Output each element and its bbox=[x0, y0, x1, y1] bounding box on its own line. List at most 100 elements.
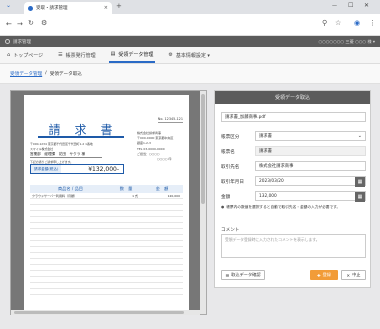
inbox-icon: ▤ bbox=[110, 51, 116, 57]
pin-icon[interactable]: ⚲ bbox=[322, 19, 327, 27]
table-row bbox=[30, 289, 183, 295]
comment-textarea[interactable]: 受領データ登録時に入力されたコメントを表示します。 bbox=[221, 234, 366, 258]
gear-icon: ⚙ bbox=[168, 52, 173, 58]
amount-field[interactable]: 132,000 ▦ bbox=[255, 191, 366, 202]
issuer-address-1: 〒000-0000 東京都中央区 bbox=[137, 136, 174, 140]
nav-item-top[interactable]: ⌂ トップページ bbox=[5, 47, 45, 63]
type-select-value: 請求書 bbox=[259, 134, 272, 139]
close-window-button[interactable]: ✕ bbox=[364, 2, 369, 9]
name-label: 帳票名 bbox=[221, 150, 235, 155]
date-field[interactable]: 2023/03/20 ▦ bbox=[255, 176, 366, 187]
issuer-address-2: 銀座1-2-3 bbox=[137, 141, 151, 145]
issuer-tel: TEL 03-0000-0000 bbox=[137, 147, 165, 151]
cancel-label: 中止 bbox=[352, 272, 361, 277]
customer-address: 〒000-1234 東京都千代田区千代田町1-2 1番地 bbox=[30, 142, 93, 146]
check-import-button[interactable]: ☰ 取込データ確認 bbox=[221, 270, 265, 280]
browser-tab-bar: ⌄ 受取・請求管理 × + — ☐ ✕ bbox=[0, 0, 380, 14]
maximize-button[interactable]: ☐ bbox=[348, 2, 353, 9]
calculator-icon[interactable]: ▦ bbox=[355, 192, 365, 202]
col-price: 金 額 bbox=[155, 186, 169, 191]
close-icon: ✕ bbox=[346, 272, 351, 278]
browser-tab[interactable]: 受取・請求管理 × bbox=[24, 2, 112, 14]
file-name-field[interactable]: 請求書_加藤商事.pdf bbox=[221, 112, 366, 122]
reload-icon[interactable]: ↻ bbox=[28, 19, 34, 27]
app-logo-icon bbox=[5, 39, 10, 44]
col-qty: 数 量 bbox=[119, 186, 133, 191]
app-brand: 請求管理 bbox=[13, 39, 31, 45]
nav-label: 受領データ管理 bbox=[118, 51, 154, 58]
forward-icon[interactable]: → bbox=[17, 20, 23, 28]
issuer-value: 株式会社請求商事 bbox=[259, 164, 294, 169]
nav-label: 基本情報設定 ▾ bbox=[175, 52, 210, 59]
list-icon: ☰ bbox=[225, 272, 230, 278]
breadcrumb-separator: / bbox=[45, 71, 47, 76]
chevron-down-icon: ⌄ bbox=[357, 133, 362, 139]
close-tab-icon[interactable]: × bbox=[104, 5, 108, 11]
warning-icon: ● bbox=[221, 205, 225, 209]
customer-contact: 営業部 経理課 花田 サクラ 様 bbox=[30, 152, 102, 158]
name-field[interactable]: 請求書 bbox=[255, 146, 366, 156]
calendar-icon[interactable]: ▦ bbox=[355, 177, 365, 187]
amount-box-label: 請求金額(税込) bbox=[31, 165, 62, 173]
nav-item-settings[interactable]: ⚙ 基本情報設定 ▾ bbox=[166, 47, 212, 63]
save-icon: ✚ bbox=[317, 272, 321, 278]
site-settings-icon[interactable]: ⚙ bbox=[41, 19, 47, 27]
warning-message: ● 帳票内の数値を選択すると自動で取引先名・金額の入力が必要です。 bbox=[221, 205, 366, 210]
viewer-vertical-scrollbar[interactable] bbox=[200, 91, 206, 314]
amount-label: 金額 bbox=[221, 195, 231, 200]
name-value: 請求書 bbox=[259, 149, 272, 154]
new-tab-button[interactable]: + bbox=[116, 2, 122, 10]
customer-name: スマイル株式会社 bbox=[30, 147, 54, 151]
nav-item-received[interactable]: ▤ 受領データ管理 bbox=[108, 47, 156, 63]
type-select[interactable]: 請求書 ⌄ bbox=[255, 131, 366, 141]
issuer-label: 取引先名 bbox=[221, 165, 240, 170]
nav-label: トップページ bbox=[13, 52, 44, 59]
type-label: 帳票区分 bbox=[221, 135, 240, 140]
issuer-dept: ご担当：○○○○ bbox=[137, 152, 160, 156]
import-panel: 受領データ取込 請求書_加藤商事.pdf 帳票区分 請求書 ⌄ 帳票名 請求書 … bbox=[214, 90, 371, 288]
issuer-name: 株式会社請求商事 bbox=[137, 131, 162, 135]
breadcrumb: 受領データ管理 / 受領データ取込 bbox=[0, 64, 380, 84]
amount-value: 132,000 bbox=[259, 193, 277, 199]
date-value: 2023/03/20 bbox=[259, 178, 284, 184]
comment-placeholder: 受領データ登録時に入力されたコメントを表示します。 bbox=[225, 237, 320, 242]
amount-box: 請求金額(税込) ¥132,000- bbox=[30, 164, 124, 174]
doc-number: No. 12345-121 bbox=[157, 117, 183, 123]
user-info[interactable]: ○○○○○○○ 三菱 ○○○ 様 ▾ bbox=[318, 39, 375, 45]
cancel-button[interactable]: ✕ 中止 bbox=[341, 270, 366, 280]
viewer-horizontal-scrollbar[interactable] bbox=[11, 310, 200, 315]
browser-menu-icon[interactable]: ⌄ bbox=[6, 2, 11, 9]
register-button[interactable]: ✚ 登録 bbox=[310, 270, 338, 280]
col-item: 商品名 / 品目 bbox=[57, 186, 83, 191]
warning-text: 帳票内の数値を選択すると自動で取引先名・金額の入力が必要です。 bbox=[226, 205, 341, 209]
scroll-thumb[interactable] bbox=[14, 311, 184, 314]
invoice-page: No. 12345-121 請 求 書 〒000-1234 東京都千代田区千代田… bbox=[24, 95, 189, 310]
stamp: ○○○○ 印 bbox=[157, 157, 172, 161]
panel-header: 受領データ取込 bbox=[215, 91, 370, 104]
browser-menu-dots-icon[interactable]: ⋮ bbox=[369, 19, 376, 27]
back-icon[interactable]: ← bbox=[6, 20, 12, 28]
breadcrumb-current: 受領データ取込 bbox=[49, 71, 82, 77]
scroll-thumb[interactable] bbox=[201, 94, 205, 204]
app-header: 請求管理 ○○○○○○○ 三菱 ○○○ 様 ▾ bbox=[0, 36, 380, 47]
nav-label: 帳票発行管理 bbox=[65, 52, 96, 59]
amount-box-value: ¥132,000- bbox=[88, 165, 119, 173]
star-icon[interactable]: ☆ bbox=[335, 19, 341, 27]
tab-favicon-icon bbox=[28, 5, 33, 11]
tab-title: 受取・請求管理 bbox=[36, 6, 68, 11]
issuer-field[interactable]: 株式会社請求商事 bbox=[255, 161, 366, 171]
date-label: 取引年月日 bbox=[221, 180, 244, 185]
register-label: 登録 bbox=[322, 272, 331, 277]
address-bar: ← → ↻ ⚙ ⚲ ☆ ◉ ⋮ bbox=[0, 14, 380, 36]
document-icon: ☰ bbox=[58, 52, 63, 58]
items-table: 商品名 / 品目 数 量 金 額 クラウドサーバー利用料（月額） 1 式 120… bbox=[30, 185, 183, 295]
item-name: クラウドサーバー利用料（月額） bbox=[32, 193, 77, 198]
item-qty: 1 式 bbox=[132, 193, 138, 198]
minimize-button[interactable]: — bbox=[332, 3, 337, 9]
profile-icon[interactable]: ◉ bbox=[354, 19, 360, 27]
breadcrumb-link[interactable]: 受領データ管理 bbox=[10, 71, 42, 77]
file-name-value: 請求書_加藤商事.pdf bbox=[225, 115, 266, 120]
home-icon: ⌂ bbox=[7, 52, 11, 58]
main-nav: ⌂ トップページ ☰ 帳票発行管理 ▤ 受領データ管理 ⚙ 基本情報設定 ▾ bbox=[0, 47, 380, 64]
nav-item-issue[interactable]: ☰ 帳票発行管理 bbox=[56, 47, 98, 63]
